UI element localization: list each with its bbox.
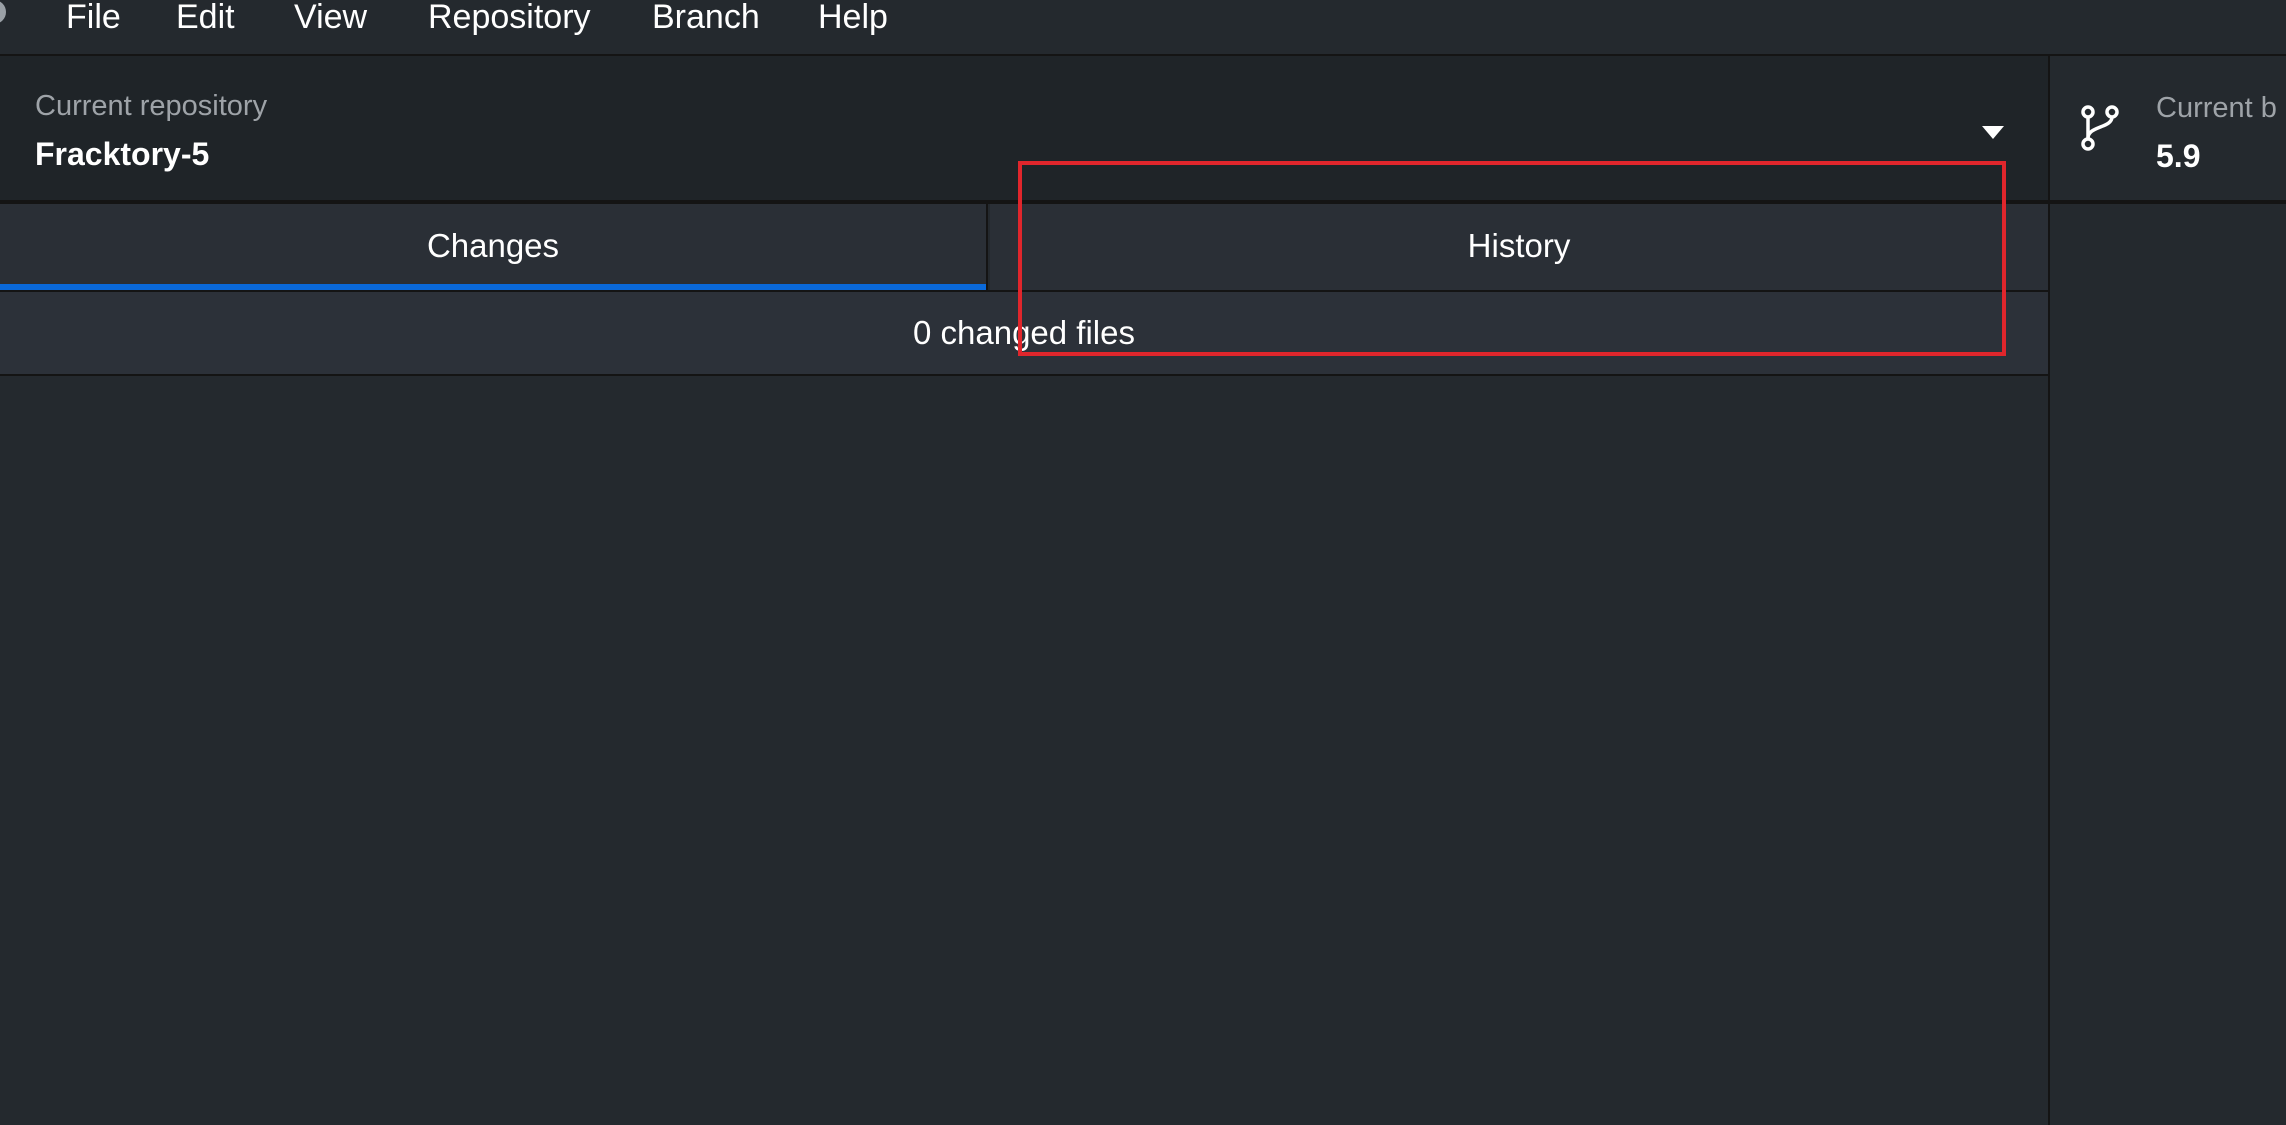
tab-history-label: History <box>1467 227 1571 264</box>
tab-history[interactable]: History <box>990 204 2048 290</box>
menu-edit[interactable]: Edit <box>176 0 235 38</box>
menu-bar: File Edit View Repository Branch Help <box>0 0 2286 56</box>
branch-name: 5.9 <box>2156 138 2201 174</box>
changed-files-count: 0 changed files <box>913 314 1135 351</box>
app-logo-icon <box>0 0 6 24</box>
menu-view[interactable]: View <box>294 0 367 38</box>
repository-name: Fracktory-5 <box>35 136 210 172</box>
changed-files-list[interactable] <box>0 376 2048 1125</box>
repository-label: Current repository <box>35 90 268 122</box>
branch-label: Current b <box>2156 92 2277 124</box>
menu-repository[interactable]: Repository <box>428 0 591 38</box>
main-content-area <box>2050 204 2286 1125</box>
menu-branch[interactable]: Branch <box>652 0 760 38</box>
menu-file[interactable]: File <box>66 0 121 38</box>
caret-down-icon <box>1982 126 2004 139</box>
toolbar: Current repository Fracktory-5 Current b… <box>0 56 2286 204</box>
menu-help[interactable]: Help <box>818 0 888 38</box>
tab-changes-label: Changes <box>426 227 560 264</box>
sidebar: Changes History 0 changed files <box>0 204 2048 1125</box>
git-branch-icon <box>2081 105 2119 151</box>
branch-selector-button[interactable]: Current b 5.9 <box>2050 56 2286 200</box>
changed-files-header: 0 changed files <box>0 292 2048 376</box>
repository-selector-button[interactable]: Current repository Fracktory-5 <box>0 56 2048 200</box>
tab-changes[interactable]: Changes <box>0 204 988 290</box>
